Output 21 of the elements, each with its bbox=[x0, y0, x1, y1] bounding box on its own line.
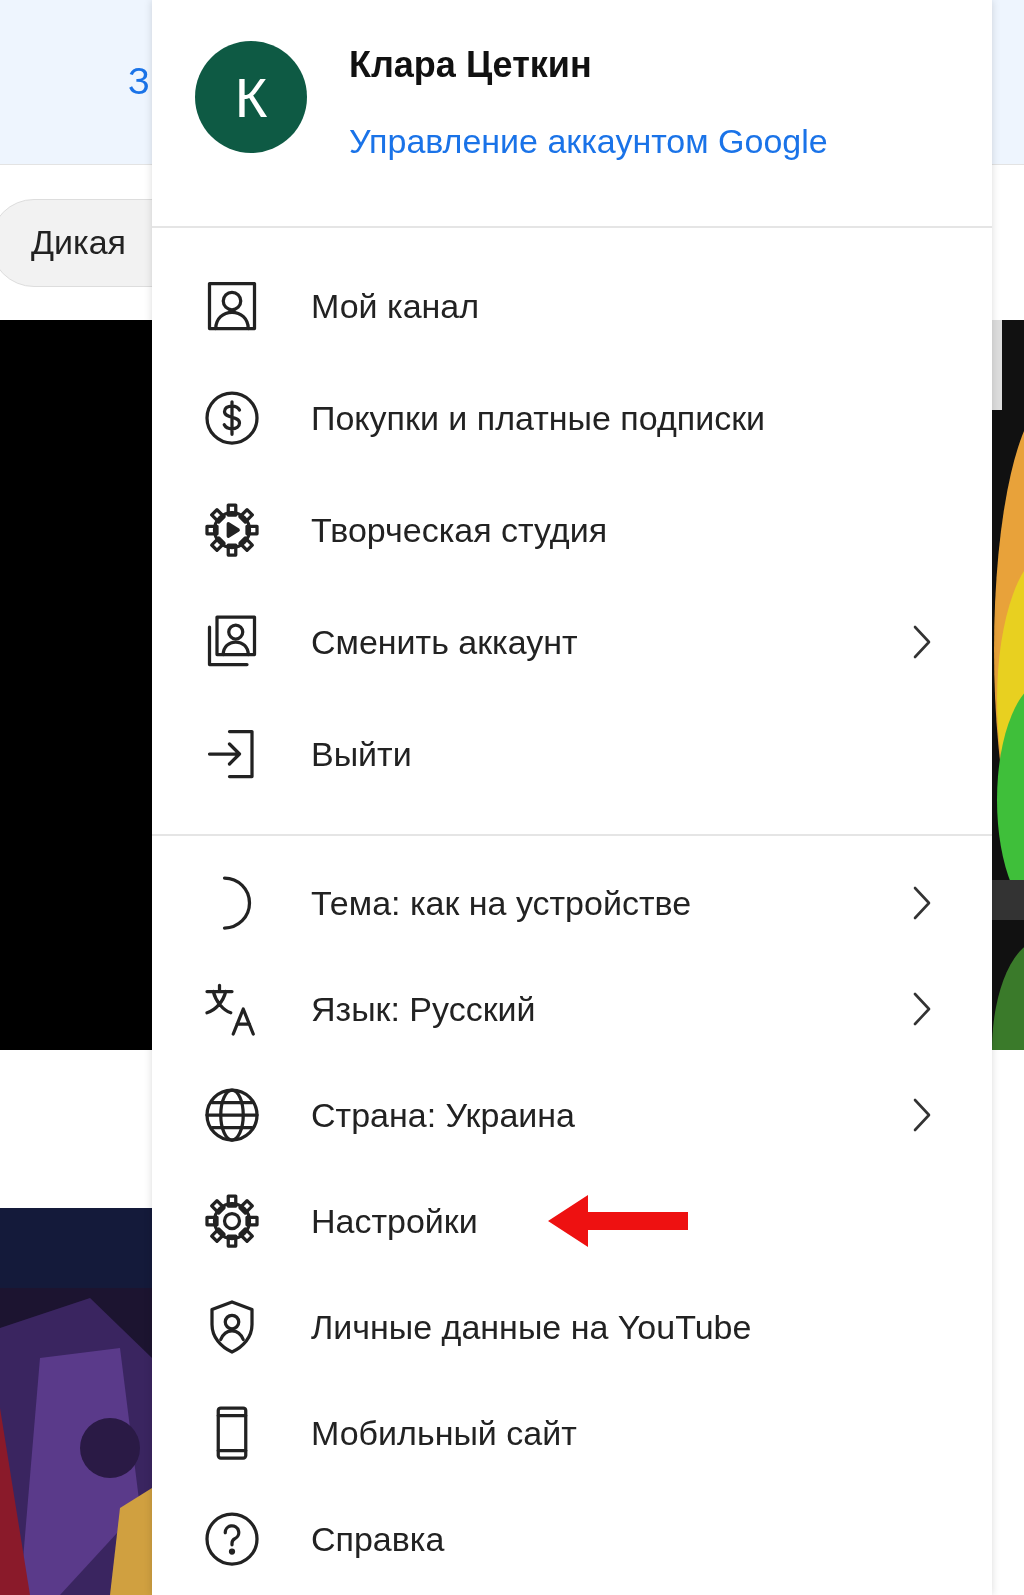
manage-account-link[interactable]: Управление аккаунтом Google bbox=[349, 122, 828, 161]
menu-item[interactable]: Покупки и платные подписки bbox=[152, 362, 992, 474]
menu-item[interactable]: Мобильный сайт bbox=[152, 1380, 992, 1486]
help-icon bbox=[202, 1509, 262, 1569]
avatar: К bbox=[195, 41, 307, 153]
globe-icon bbox=[202, 1085, 262, 1145]
menu-item[interactable]: Страна: Украина bbox=[152, 1062, 992, 1168]
settings-icon bbox=[202, 1191, 262, 1251]
gear-play-icon bbox=[202, 500, 262, 560]
menu-item[interactable]: Выйти bbox=[152, 698, 992, 810]
menu-item[interactable]: Справка bbox=[152, 1486, 992, 1592]
menu-item[interactable]: Сменить аккаунт bbox=[152, 586, 992, 698]
menu-item[interactable]: Творческая студия bbox=[152, 474, 992, 586]
account-name: Клара Цеткин bbox=[349, 44, 593, 86]
header-text: З bbox=[128, 61, 150, 103]
menu-item[interactable]: Тема: как на устройстве bbox=[152, 850, 992, 956]
menu-item[interactable]: Мой канал bbox=[152, 250, 992, 362]
dollar-icon bbox=[202, 388, 262, 448]
menu-item[interactable]: Язык: Русский bbox=[152, 956, 992, 1062]
menu-item[interactable]: Личные данные на YouTube bbox=[152, 1274, 992, 1380]
menu-item[interactable]: Настройки bbox=[152, 1168, 992, 1274]
